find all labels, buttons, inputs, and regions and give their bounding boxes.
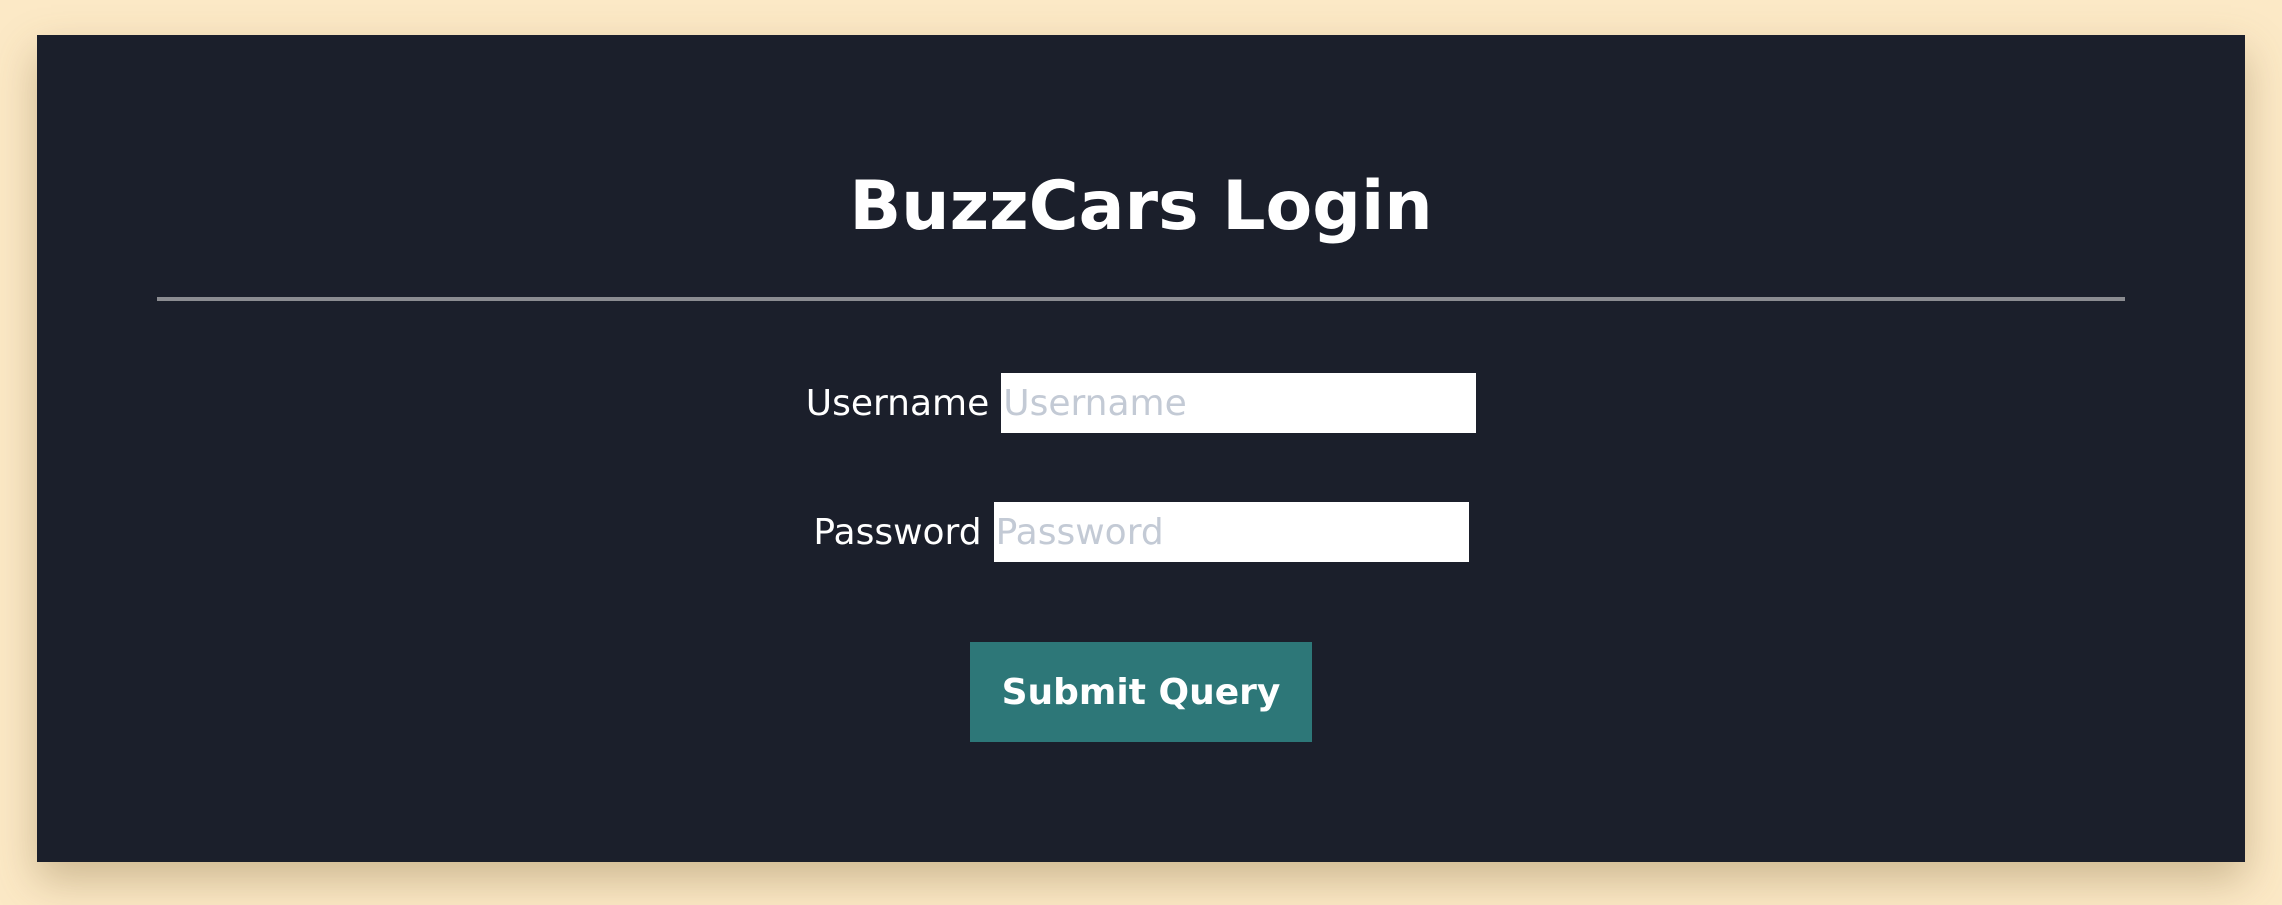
login-panel: BuzzCars Login Username Password Submit …: [37, 35, 2245, 862]
password-input[interactable]: [993, 502, 1469, 562]
submit-button[interactable]: Submit Query: [970, 642, 1312, 742]
username-input[interactable]: [1001, 373, 1477, 433]
password-label: Password: [813, 511, 982, 553]
username-row: Username: [37, 373, 2245, 433]
password-row: Password: [37, 502, 2245, 562]
title-divider: [157, 297, 2125, 301]
page-title: BuzzCars Login: [849, 167, 1433, 246]
username-label: Username: [805, 382, 990, 424]
